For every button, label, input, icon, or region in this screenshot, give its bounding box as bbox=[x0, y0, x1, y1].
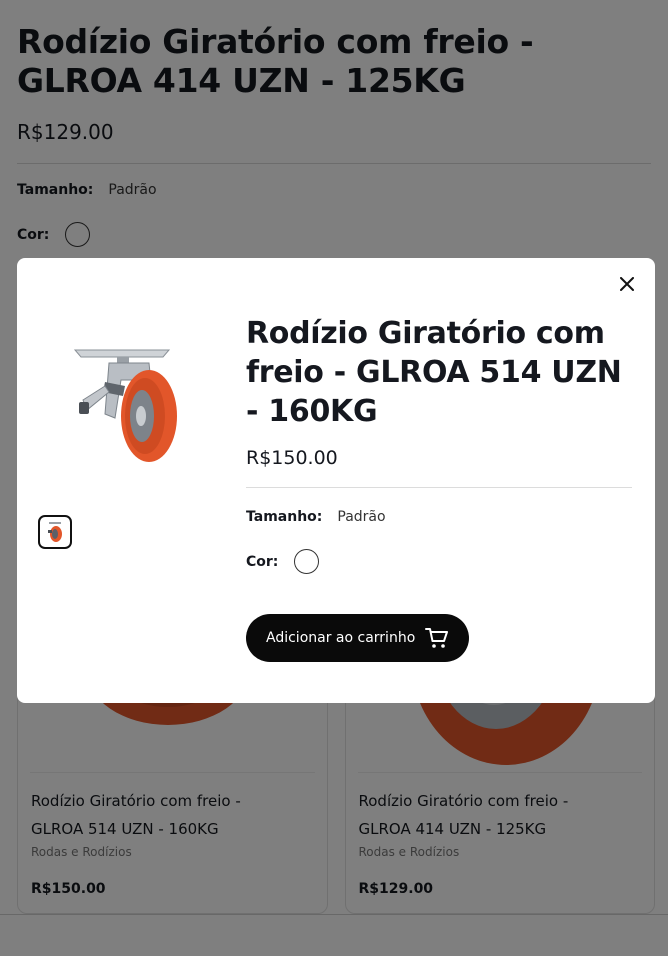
caster-wheel-thumbnail bbox=[48, 522, 62, 542]
close-button[interactable] bbox=[617, 274, 637, 294]
thumbnail-button[interactable] bbox=[38, 515, 72, 549]
modal-product-price: R$150.00 bbox=[246, 447, 338, 469]
size-value[interactable]: Padrão bbox=[337, 509, 385, 525]
add-to-cart-button[interactable]: Adicionar ao carrinho bbox=[246, 614, 470, 662]
caster-wheel-image bbox=[73, 349, 177, 462]
color-option: Cor: bbox=[246, 549, 632, 574]
color-swatch[interactable] bbox=[294, 549, 320, 574]
quick-view-modal: Rodízio Giratório com freio - GLROA 514 … bbox=[17, 258, 655, 703]
color-label: Cor: bbox=[246, 553, 279, 570]
close-icon bbox=[620, 277, 634, 291]
product-main-image[interactable] bbox=[65, 330, 205, 470]
size-option: Tamanho: Padrão bbox=[246, 509, 632, 525]
modal-product-title: Rodízio Giratório com freio - GLROA 514 … bbox=[246, 316, 622, 429]
divider bbox=[246, 487, 632, 488]
add-to-cart-label: Adicionar ao carrinho bbox=[266, 630, 416, 646]
size-label: Tamanho: bbox=[246, 509, 323, 525]
product-info: Rodízio Giratório com freio - GLROA 514 … bbox=[246, 314, 632, 662]
cart-icon bbox=[425, 628, 449, 648]
